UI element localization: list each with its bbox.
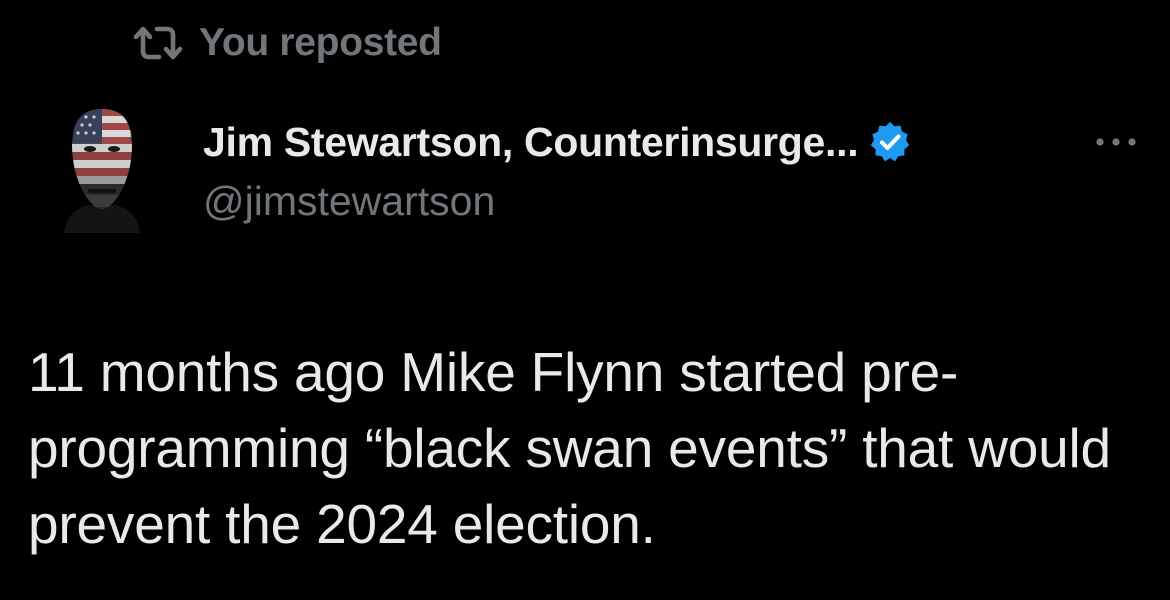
more-options-icon	[1095, 137, 1137, 147]
repost-icon	[133, 26, 183, 60]
tweet-text: 11 months ago Mike Flynn started pre-pro…	[28, 341, 1111, 555]
author-handle[interactable]: @jimstewartson	[203, 178, 495, 225]
verified-badge-icon[interactable]	[868, 120, 912, 164]
repost-indicator: You reposted	[133, 18, 442, 68]
avatar[interactable]	[62, 105, 142, 233]
repost-label: You reposted	[199, 21, 442, 64]
more-options-button[interactable]	[1090, 124, 1142, 160]
author-display-name[interactable]: Jim Stewartson, Counterinsurge...	[203, 119, 859, 166]
author-name-row[interactable]: Jim Stewartson, Counterinsurge...	[203, 116, 912, 168]
